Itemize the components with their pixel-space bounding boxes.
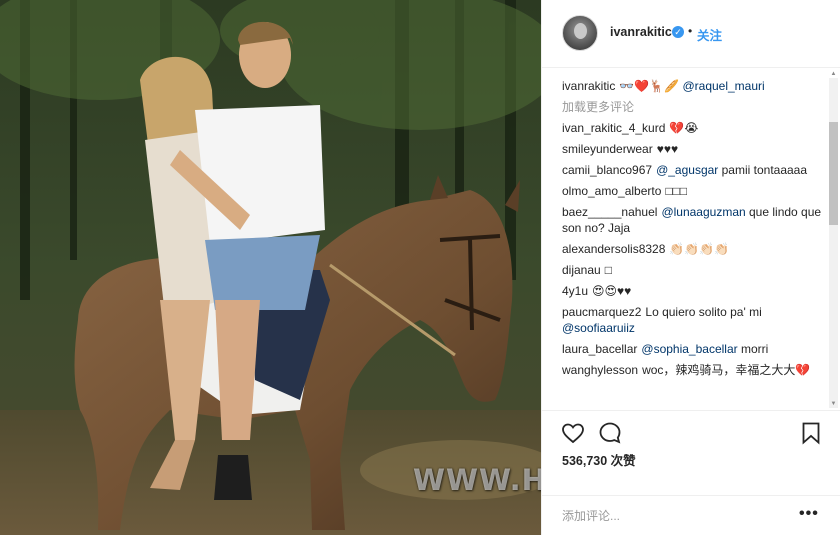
caption-emoji: 👓❤️🦌🥖	[619, 79, 680, 93]
comment-rows: ivan_rakitic_4_kurd 💔😭 smileyunderwear ♥♥♥ c…	[562, 120, 824, 378]
follow-button[interactable]: 关注	[697, 25, 722, 44]
comment-text: 👏🏻👏🏻👏🏻👏🏻	[669, 242, 730, 256]
heart-icon[interactable]	[561, 421, 585, 445]
verified-badge-icon: ✓	[672, 26, 684, 38]
comment-username[interactable]: wanghylesson	[562, 363, 638, 377]
comment-text: □□□	[665, 184, 688, 198]
more-options-icon[interactable]: •••	[799, 505, 819, 523]
comment-item: ivan_rakitic_4_kurd 💔😭	[562, 120, 824, 136]
add-comment-row: •••	[542, 495, 840, 535]
comment-item: laura_bacellar @sophia_bacellar morri	[562, 341, 824, 357]
comment-username[interactable]: smileyunderwear	[562, 142, 653, 156]
separator-dot: •	[688, 24, 693, 38]
comment-mention[interactable]: @soofiaaruiiz	[562, 321, 635, 335]
add-comment-input[interactable]	[562, 508, 782, 524]
comment-text: □	[604, 263, 612, 277]
comment-username[interactable]: 4y1u	[562, 284, 588, 298]
post-author-username[interactable]: ivanrakitic	[610, 25, 672, 39]
comment-username[interactable]: alexandersolis8328	[562, 242, 665, 256]
comment-text: 💔	[795, 363, 811, 377]
comment-text: 💔😭	[669, 121, 699, 135]
post-actions: 536,730 次赞	[542, 410, 840, 495]
comment-item: alexandersolis8328 👏🏻👏🏻👏🏻👏🏻	[562, 241, 824, 257]
comment-username[interactable]: laura_bacellar	[562, 342, 637, 356]
caption-username[interactable]: ivanrakitic	[562, 79, 615, 93]
comment-username[interactable]: olmo_amo_alberto	[562, 184, 661, 198]
comment-text: 😍😍♥♥	[592, 284, 632, 298]
comment-item: baez_____nahuel @lunaaguzman que lindo qu…	[562, 204, 824, 236]
comment-item: smileyunderwear ♥♥♥	[562, 141, 824, 157]
post-photo[interactable]: WWW.HORSE.ORG.CN	[0, 0, 541, 535]
comment-item: wanghylesson woc，辣鸡骑马，幸福之大大💔	[562, 362, 824, 378]
comment-text: ♥♥♥	[656, 142, 679, 156]
watermark-text: WWW.HORSE.ORG.CN	[413, 463, 541, 497]
caption: ivanrakitic 👓❤️🦌🥖 @raquel_mauri	[562, 78, 824, 94]
comment-text: morri	[737, 342, 769, 356]
comment-item: 4y1u 😍😍♥♥	[562, 283, 824, 299]
comment-text: woc，辣鸡骑马，幸福之大大	[642, 363, 796, 377]
bookmark-icon[interactable]	[799, 421, 823, 445]
comment-username[interactable]: paucmarquez2	[562, 305, 641, 319]
likes-count[interactable]: 536,730 次赞	[562, 450, 636, 469]
avatar[interactable]	[562, 15, 598, 51]
comment-bubble-icon[interactable]	[598, 421, 622, 445]
comment-username[interactable]: camii_blanco967	[562, 163, 652, 177]
post-header: ivanrakitic ✓ • 关注	[542, 0, 840, 68]
scroll-down-arrow-icon[interactable]: ▼	[829, 400, 838, 409]
load-more-comments-link[interactable]: 加载更多评论	[562, 99, 824, 115]
comment-mention[interactable]: @sophia_bacellar	[641, 342, 737, 356]
comment-username[interactable]: baez_____nahuel	[562, 205, 657, 219]
post-side-panel: ivanrakitic ✓ • 关注 ivanrakitic 👓❤️🦌🥖 @raq…	[541, 0, 840, 535]
comments-scrollbar-thumb[interactable]	[829, 122, 838, 225]
comment-username[interactable]: ivan_rakitic_4_kurd	[562, 121, 665, 135]
comment-item: paucmarquez2 Lo quiero solito pa' mi @soo…	[562, 304, 824, 336]
comment-text: Lo quiero solito pa' mi	[645, 305, 762, 319]
comment-item: camii_blanco967 @_agusgar pamii tontaaaaa	[562, 162, 824, 178]
photo-illustration	[0, 0, 541, 535]
comments-list[interactable]: ivanrakitic 👓❤️🦌🥖 @raquel_mauri 加载更多评论 iv…	[562, 78, 824, 410]
comment-text: pamii tontaaaaa	[718, 163, 808, 177]
comment-mention[interactable]: @_agusgar	[656, 163, 718, 177]
caption-mention[interactable]: @raquel_mauri	[682, 79, 764, 93]
comment-item: dijanau □	[562, 262, 824, 278]
scroll-up-arrow-icon[interactable]: ▲	[829, 70, 838, 79]
comment-mention[interactable]: @lunaaguzman	[661, 205, 745, 219]
comment-item: olmo_amo_alberto □□□	[562, 183, 824, 199]
comment-username[interactable]: dijanau	[562, 263, 601, 277]
